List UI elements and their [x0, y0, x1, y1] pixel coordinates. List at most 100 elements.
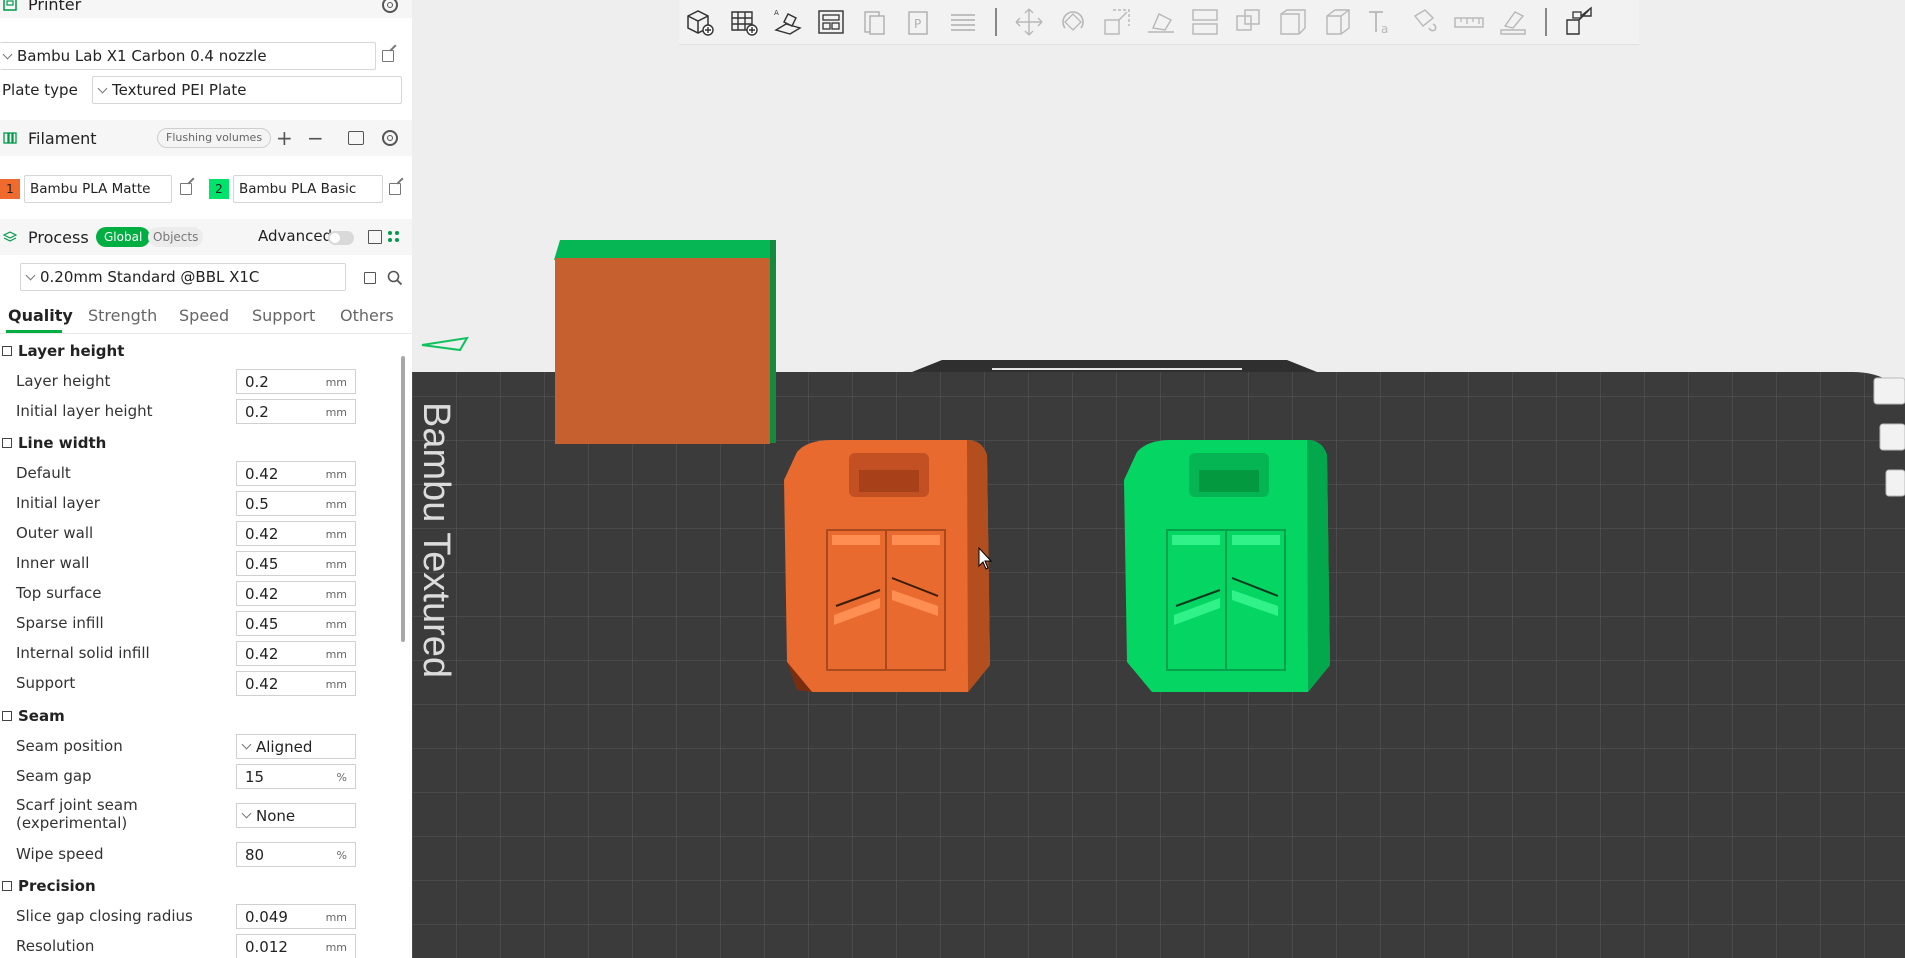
layer-height-input[interactable]: 0.2 mm	[236, 369, 356, 394]
side-toolbar-button[interactable]	[1885, 469, 1905, 497]
slice-gap-closing-radius-input[interactable]: 0.049 mm	[236, 904, 356, 929]
orange-jerrycan-object[interactable]	[784, 440, 990, 692]
add-filament-button[interactable]: +	[276, 126, 293, 150]
line-width-outer-wall-input[interactable]: 0.42 mm	[236, 521, 356, 546]
chevron-down-icon	[97, 83, 108, 93]
flushing-volumes-button[interactable]: Flushing volumes	[157, 128, 272, 148]
line-width-top-surface-input[interactable]: 0.42 mm	[236, 581, 356, 606]
process-preset-select[interactable]: 0.20mm Standard @BBL X1C	[20, 263, 346, 291]
remove-filament-button[interactable]: −	[307, 126, 324, 150]
line-width-internal-solid-infill-input[interactable]: 0.42 mm	[236, 641, 356, 666]
save-preset-icon[interactable]	[364, 272, 376, 284]
plate-type-value: Textured PEI Plate	[112, 81, 247, 99]
seam-gap-input[interactable]: 15%	[236, 764, 356, 789]
option-label: Sparse infill	[16, 614, 104, 632]
printer-settings-gear-icon[interactable]	[382, 0, 398, 13]
line-width-support-input[interactable]: 0.42 mm	[236, 671, 356, 696]
paste-icon[interactable]: P	[903, 6, 935, 38]
filament-2-name: Bambu PLA Basic	[239, 181, 357, 197]
side-toolbar-button[interactable]	[1879, 423, 1905, 451]
option-label: Slice gap closing radius	[16, 907, 193, 925]
plate-scene[interactable]: Bambu Textured	[412, 0, 1905, 958]
lay-on-face-icon[interactable]	[1145, 6, 1177, 38]
explode-icon[interactable]	[1563, 6, 1595, 38]
chevron-down-icon	[25, 270, 36, 280]
filament-1-select[interactable]: Bambu PLA Matte	[24, 175, 172, 203]
printer-preset-value: Bambu Lab X1 Carbon 0.4 nozzle	[17, 47, 267, 65]
precision-icon	[2, 881, 12, 891]
resolution-input[interactable]: 0.012 mm	[236, 934, 356, 958]
copy-icon[interactable]	[859, 6, 891, 38]
scale-icon[interactable]	[1101, 6, 1133, 38]
chevron-down-icon	[241, 808, 252, 819]
text-icon[interactable]: a	[1365, 6, 1397, 38]
chevron-down-icon	[241, 739, 252, 750]
paint-support-icon[interactable]	[1409, 6, 1441, 38]
advanced-toggle-switch[interactable]	[328, 231, 354, 245]
split-objects-icon[interactable]	[1233, 6, 1265, 38]
3d-viewport[interactable]: Bambu Textured A P a	[412, 0, 1905, 958]
printer-section-header: Printer	[0, 0, 412, 18]
settings-scrollbar[interactable]	[401, 356, 405, 642]
process-preset-value: 0.20mm Standard @BBL X1C	[40, 268, 260, 286]
option-label: Internal solid infill	[16, 644, 150, 662]
rotate-icon[interactable]	[1057, 6, 1089, 38]
split-parts-icon[interactable]	[1277, 6, 1309, 38]
filament-2-color-swatch[interactable]: 2	[209, 179, 229, 199]
scarf-joint-seam-select[interactable]: None	[236, 803, 356, 828]
compare-presets-icon[interactable]	[368, 230, 382, 244]
side-toolbar-button[interactable]	[1873, 377, 1905, 405]
green-jerrycan-object[interactable]	[1124, 440, 1330, 692]
back-cube-object[interactable]	[554, 240, 776, 444]
plate-type-select[interactable]: Textured PEI Plate	[92, 76, 402, 104]
initial-layer-height-input[interactable]: 0.2 mm	[236, 399, 356, 424]
wipe-speed-input[interactable]: 80%	[236, 842, 356, 867]
svg-text:a: a	[1381, 22, 1388, 36]
move-icon[interactable]	[1013, 6, 1045, 38]
auto-orient-icon[interactable]: A	[772, 6, 804, 38]
printer-icon	[2, 0, 18, 12]
sync-ams-icon[interactable]	[348, 131, 364, 145]
line-width-sparse-infill-input[interactable]: 0.45 mm	[236, 611, 356, 636]
tab-support[interactable]: Support	[252, 306, 315, 325]
printer-title: Printer	[28, 0, 82, 14]
plate-logo-mark	[421, 336, 469, 352]
filament-title: Filament	[28, 128, 97, 148]
line-width-inner-wall-input[interactable]: 0.45 mm	[236, 551, 356, 576]
objects-toggle-button[interactable]: Objects	[148, 227, 204, 247]
filament-1-name: Bambu PLA Matte	[30, 181, 151, 197]
layers-icon[interactable]	[947, 6, 979, 38]
plate-type-label: Plate type	[2, 81, 78, 99]
advanced-label: Advanced	[258, 227, 333, 245]
assembly-icon[interactable]	[1497, 6, 1529, 38]
tab-quality[interactable]: Quality	[8, 306, 73, 325]
seam-icon	[2, 711, 12, 721]
filament-1-color-swatch[interactable]: 1	[0, 179, 20, 199]
filament-settings-gear-icon[interactable]	[382, 130, 398, 146]
global-toggle-button[interactable]: Global	[96, 227, 151, 247]
dot-grid-icon[interactable]	[387, 230, 401, 244]
line-width-initial-layer-input[interactable]: 0.5 mm	[236, 491, 356, 516]
printer-preset-select[interactable]: Bambu Lab X1 Carbon 0.4 nozzle	[0, 42, 376, 70]
toolbar-separator	[1545, 8, 1547, 36]
process-icon	[2, 229, 18, 245]
cut-icon[interactable]	[1189, 6, 1221, 38]
add-plate-icon[interactable]	[728, 6, 760, 38]
edit-filament-2-icon[interactable]	[389, 183, 401, 195]
seam-position-select[interactable]: Aligned	[236, 734, 356, 759]
option-label: Initial layer height	[16, 402, 153, 420]
variable-height-icon[interactable]	[1321, 6, 1353, 38]
settings-panel: Printer Bambu Lab X1 Carbon 0.4 nozzle P…	[0, 0, 412, 958]
edit-printer-icon[interactable]	[382, 50, 394, 62]
arrange-icon[interactable]	[815, 6, 847, 38]
tab-speed[interactable]: Speed	[179, 306, 229, 325]
filament-section-header: Filament Flushing volumes + −	[0, 120, 412, 156]
tab-others[interactable]: Others	[340, 306, 394, 325]
measure-icon[interactable]	[1453, 6, 1485, 38]
edit-filament-1-icon[interactable]	[180, 183, 192, 195]
tab-strength[interactable]: Strength	[88, 306, 157, 325]
line-width-default-input[interactable]: 0.42 mm	[236, 461, 356, 486]
add-cube-icon[interactable]	[684, 6, 716, 38]
search-icon[interactable]	[387, 270, 403, 290]
filament-2-select[interactable]: Bambu PLA Basic	[233, 175, 383, 203]
